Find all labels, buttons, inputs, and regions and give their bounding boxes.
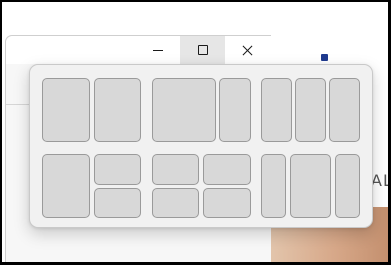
snap-zone-layout2-right[interactable] xyxy=(219,78,251,142)
snap-zone-layout3-center[interactable] xyxy=(295,78,326,142)
minimize-button[interactable] xyxy=(135,36,180,64)
maximize-button[interactable] xyxy=(180,36,225,64)
maximize-icon xyxy=(197,45,208,55)
snap-zone-layout6-left[interactable] xyxy=(261,154,286,218)
close-icon xyxy=(242,45,253,56)
snap-zone-layout6-center[interactable] xyxy=(290,154,331,218)
snap-zone-layout4-right-top[interactable] xyxy=(94,154,141,185)
snap-zone-layout2-left[interactable] xyxy=(152,78,216,142)
snap-zone-layout5-top-right[interactable] xyxy=(203,154,251,185)
snap-zone-layout4-left[interactable] xyxy=(42,154,90,218)
snap-zone-layout5-top-left[interactable] xyxy=(152,154,199,185)
snap-layouts-flyout xyxy=(29,64,373,228)
snap-zone-layout3-left[interactable] xyxy=(261,78,292,142)
close-button[interactable] xyxy=(225,36,270,64)
snap-zone-layout3-right[interactable] xyxy=(329,78,360,142)
background-logo-mark xyxy=(321,54,328,61)
snap-zone-layout5-bottom-left[interactable] xyxy=(152,188,199,218)
background-partial-text: AL xyxy=(371,171,388,190)
snap-zone-layout4-right-bottom[interactable] xyxy=(94,188,141,218)
snap-zone-layout6-right[interactable] xyxy=(335,154,360,218)
window-titlebar[interactable] xyxy=(6,36,271,64)
desktop-frame: AL xyxy=(2,2,388,262)
snap-zone-layout5-bottom-right[interactable] xyxy=(203,188,251,218)
snap-zone-layout1-right[interactable] xyxy=(94,78,141,142)
minimize-icon xyxy=(152,49,163,51)
snap-zone-layout1-left[interactable] xyxy=(42,78,90,142)
